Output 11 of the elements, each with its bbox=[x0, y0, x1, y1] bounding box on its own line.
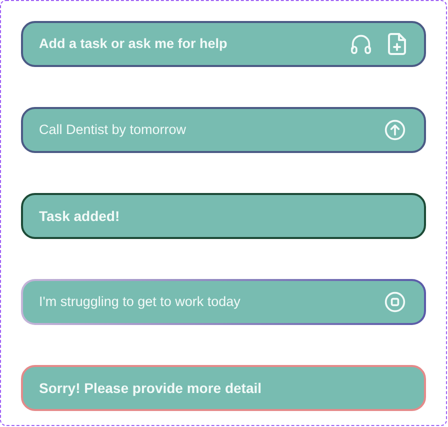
message-banner: Sorry! Please provide more detail bbox=[21, 365, 426, 411]
text-input[interactable]: Add a task or ask me for help bbox=[39, 34, 334, 54]
stop-icon[interactable] bbox=[384, 291, 406, 313]
prompt-field[interactable]: I'm struggling to get to work today bbox=[21, 279, 426, 325]
headphones-icon[interactable] bbox=[350, 34, 372, 54]
prompt-field[interactable]: Call Dentist by tomorrow bbox=[21, 107, 426, 153]
text-input[interactable]: I'm struggling to get to work today bbox=[39, 292, 368, 312]
file-plus-icon[interactable] bbox=[388, 33, 406, 55]
message-banner: Task added! bbox=[21, 193, 426, 239]
prompt-field[interactable]: Add a task or ask me for help bbox=[21, 21, 426, 67]
text-input[interactable]: Call Dentist by tomorrow bbox=[39, 120, 368, 140]
